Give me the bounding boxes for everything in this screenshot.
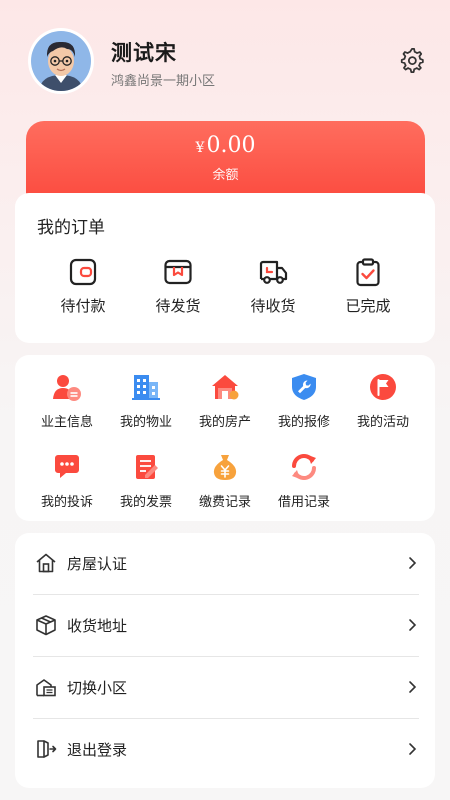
order-completed[interactable]: 已完成 — [323, 257, 413, 316]
avatar[interactable] — [28, 28, 94, 94]
order-pending-receipt[interactable]: 待收货 — [228, 257, 318, 316]
service-my-invoice[interactable]: 我的发票 — [106, 452, 186, 510]
service-my-activity[interactable]: 我的活动 — [343, 372, 423, 430]
menu-card: 房屋认证 收货地址 切换小区 退出登录 — [15, 533, 435, 788]
order-label: 已完成 — [345, 297, 391, 315]
menu-item-logout[interactable]: 退出登录 — [33, 719, 419, 780]
menu-item-shipping-address[interactable]: 收货地址 — [33, 595, 419, 656]
menu-item-house-verification[interactable]: 房屋认证 — [33, 533, 419, 594]
owner-info-icon — [53, 375, 81, 401]
service-my-property[interactable]: 我的物业 — [106, 372, 186, 430]
service-label: 我的物业 — [119, 415, 172, 430]
service-owner-info[interactable]: 业主信息 — [27, 372, 107, 430]
orders-title: 我的订单 — [37, 218, 105, 238]
service-label: 我的投诉 — [40, 495, 93, 510]
service-label: 我的发票 — [119, 495, 172, 510]
invoice-icon — [136, 455, 158, 479]
menu-label: 收货地址 — [67, 617, 128, 635]
service-payment-records[interactable]: 缴费记录 — [185, 452, 265, 510]
wallet-icon — [69, 258, 97, 286]
chevron-right-icon — [409, 557, 417, 569]
chevron-right-icon — [409, 681, 417, 693]
balance-label: 余额 — [212, 168, 239, 183]
balance-value: 0.00 — [206, 133, 256, 158]
chevron-right-icon — [409, 619, 417, 631]
menu-label: 房屋认证 — [67, 555, 128, 573]
order-label: 待付款 — [60, 297, 106, 315]
flag-icon — [370, 374, 396, 400]
house-outline-icon — [36, 553, 56, 573]
package-icon — [164, 259, 192, 285]
menu-label: 退出登录 — [67, 741, 128, 759]
gear-icon[interactable] — [398, 46, 426, 74]
house-icon — [212, 375, 239, 400]
service-label: 我的报修 — [277, 415, 330, 430]
community-name: 鸿鑫尚景一期小区 — [111, 74, 216, 89]
service-label: 借用记录 — [277, 495, 330, 510]
chevron-right-icon — [409, 743, 417, 755]
order-label: 待收货 — [250, 297, 296, 315]
menu-label: 切换小区 — [67, 679, 128, 697]
services-card: 业主信息 我的物业 我的房产 我的报修 我的活动 我的投诉 我的发票 缴费记录 … — [15, 355, 435, 521]
service-label: 我的活动 — [356, 415, 409, 430]
money-bag-icon — [213, 455, 237, 480]
truck-icon — [259, 260, 288, 284]
service-my-complaint[interactable]: 我的投诉 — [27, 452, 107, 510]
user-name: 测试宋 — [111, 41, 177, 65]
orders-card: 我的订单 待付款 待发货 待收货 已完成 — [15, 193, 435, 343]
service-my-repair[interactable]: 我的报修 — [264, 372, 344, 430]
box-outline-icon — [36, 615, 56, 636]
refresh-icon — [292, 454, 316, 480]
wrench-shield-icon — [292, 374, 316, 400]
balance-amount: ¥0.00 — [26, 133, 425, 158]
balance-card[interactable]: ¥0.00 余额 — [26, 121, 425, 203]
switch-community-icon — [36, 679, 56, 697]
service-label: 业主信息 — [40, 415, 93, 430]
service-label: 我的房产 — [198, 415, 251, 430]
profile-header: 测试宋 鸿鑫尚景一期小区 — [0, 0, 450, 110]
order-pending-shipment[interactable]: 待发货 — [133, 257, 223, 316]
menu-item-switch-community[interactable]: 切换小区 — [33, 657, 419, 718]
building-icon — [132, 375, 160, 400]
currency-symbol: ¥ — [195, 140, 205, 156]
chat-bubble-icon — [55, 455, 79, 478]
order-pending-payment[interactable]: 待付款 — [38, 257, 128, 316]
service-borrow-records[interactable]: 借用记录 — [264, 452, 344, 510]
order-label: 待发货 — [155, 297, 201, 315]
logout-icon — [37, 740, 57, 758]
service-my-house[interactable]: 我的房产 — [185, 372, 265, 430]
service-label: 缴费记录 — [198, 495, 251, 510]
avatar-image — [31, 31, 91, 91]
clipboard-check-icon — [356, 258, 380, 287]
